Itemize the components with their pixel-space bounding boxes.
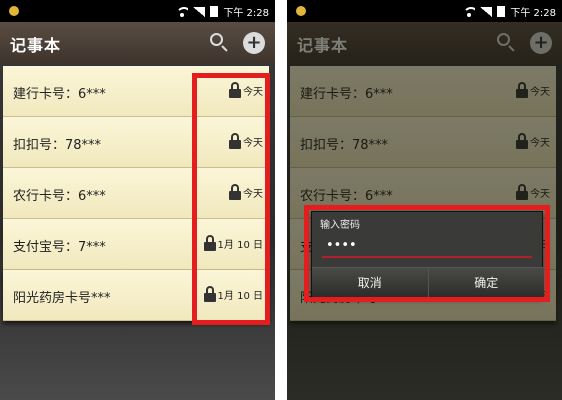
phone-screen-right: 下午 2:28 记事本 + 建行卡号：6*** 今天 扣扣号：78*** 今天 …	[287, 0, 562, 400]
search-icon[interactable]	[209, 32, 229, 52]
status-bar-right: 下午 2:28	[463, 4, 556, 19]
phone-screen-left: 下午 2:28 记事本 + 建行卡号：6*** 今天 扣扣号：78*** 今天 …	[0, 0, 275, 400]
note-title: 建行卡号：6***	[13, 87, 106, 102]
status-time: 下午 2:28	[223, 8, 269, 19]
highlight-box	[192, 73, 270, 325]
add-note-button[interactable]: +	[243, 32, 265, 54]
status-bar-right: 下午 2:28	[176, 4, 269, 19]
wifi-icon	[176, 6, 189, 17]
app-bar: 记事本 +	[0, 22, 275, 64]
note-title: 扣扣号：78***	[13, 138, 102, 153]
status-bar: 下午 2:28	[287, 0, 562, 22]
notification-icon	[296, 6, 306, 16]
battery-icon	[497, 6, 506, 17]
signal-icon	[480, 6, 493, 17]
note-title: 农行卡号：6***	[13, 189, 106, 204]
note-title: 支付宝号：7***	[13, 240, 106, 255]
signal-icon	[193, 6, 206, 17]
app-title: 记事本	[10, 36, 62, 55]
highlight-box	[304, 205, 550, 302]
notification-icon	[9, 6, 19, 16]
wifi-icon	[463, 6, 476, 17]
battery-icon	[210, 6, 219, 17]
status-time: 下午 2:28	[510, 8, 556, 19]
status-bar: 下午 2:28	[0, 0, 275, 22]
note-title: 阳光药房卡号***	[13, 291, 111, 306]
